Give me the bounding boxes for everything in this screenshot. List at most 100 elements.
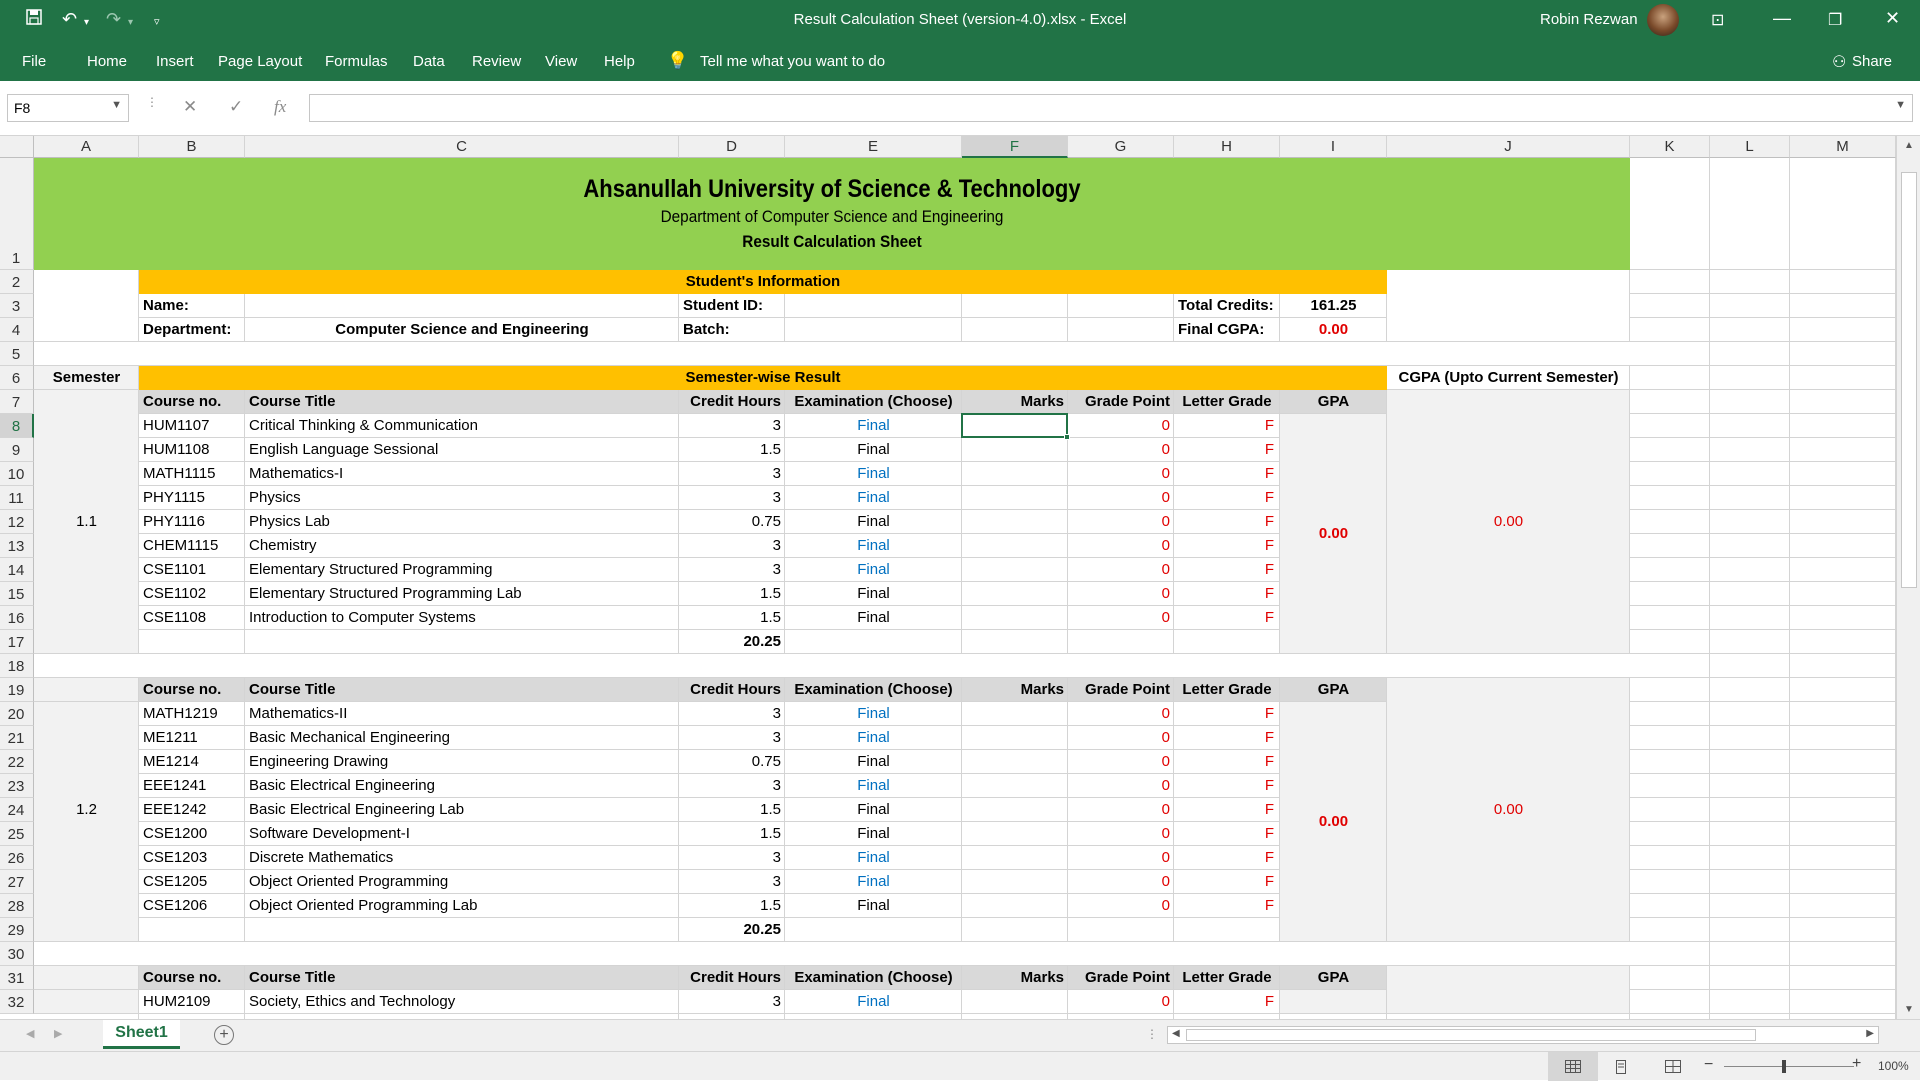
course-no[interactable]: EEE1242 (139, 798, 245, 822)
course-title[interactable]: Elementary Structured Programming Lab (245, 582, 679, 606)
column-header-j[interactable]: J (1387, 136, 1630, 158)
avatar[interactable] (1647, 4, 1679, 36)
marks-input[interactable] (962, 462, 1068, 486)
row-header-5[interactable]: 5 (0, 342, 34, 366)
marks-input[interactable] (962, 510, 1068, 534)
share-person-icon[interactable]: ⚇ (1832, 52, 1846, 72)
examination-select[interactable]: Final (785, 774, 962, 798)
course-title[interactable]: Basic Electrical Engineering (245, 774, 679, 798)
column-header-m[interactable]: M (1790, 136, 1896, 158)
row-header-14[interactable]: 14 (0, 558, 34, 582)
column-header-l[interactable]: L (1710, 136, 1790, 158)
marks-input[interactable] (962, 606, 1068, 630)
course-no[interactable]: CHEM1115 (139, 534, 245, 558)
course-title[interactable]: Introduction to Computer Systems (245, 606, 679, 630)
row-header-10[interactable]: 10 (0, 462, 34, 486)
column-header-f[interactable]: F (962, 136, 1068, 158)
column-header-i[interactable]: I (1280, 136, 1387, 158)
credit-hours[interactable]: 1.5 (679, 438, 785, 462)
sheet-tab-sheet1[interactable]: Sheet1 (103, 1020, 180, 1049)
new-sheet-icon[interactable]: + (214, 1025, 234, 1045)
tab-review[interactable]: Review (472, 53, 521, 70)
column-header-e[interactable]: E (785, 136, 962, 158)
course-no[interactable]: CSE1200 (139, 822, 245, 846)
row-header-26[interactable]: 26 (0, 846, 34, 870)
minimize-icon[interactable]: — (1773, 8, 1791, 29)
cancel-icon[interactable]: ✕ (183, 97, 197, 117)
horizontal-scroll-thumb[interactable] (1186, 1029, 1756, 1041)
course-title[interactable]: Object Oriented Programming Lab (245, 894, 679, 918)
fill-handle[interactable] (1064, 434, 1070, 440)
examination-select[interactable]: Final (785, 414, 962, 438)
examination-select[interactable]: Final (785, 510, 962, 534)
batch-value[interactable] (785, 318, 1174, 342)
scroll-right-icon[interactable]: ▶ (1866, 1028, 1874, 1039)
credit-hours[interactable]: 1.5 (679, 894, 785, 918)
row-header-4[interactable]: 4 (0, 318, 34, 342)
credit-hours[interactable]: 1.5 (679, 582, 785, 606)
row-header-8[interactable]: 8 (0, 414, 34, 438)
tab-file[interactable]: File (22, 53, 46, 70)
share-button[interactable]: Share (1852, 53, 1892, 70)
next-sheet-icon[interactable]: ▶ (54, 1027, 62, 1040)
course-title[interactable]: Physics Lab (245, 510, 679, 534)
close-icon[interactable]: ✕ (1885, 8, 1900, 29)
tell-me-search[interactable]: Tell me what you want to do (700, 53, 885, 70)
course-title[interactable]: Physics (245, 486, 679, 510)
restore-icon[interactable]: ❐ (1828, 10, 1842, 30)
row-header-29[interactable]: 29 (0, 918, 34, 942)
credit-hours[interactable]: 1.5 (679, 822, 785, 846)
column-header-b[interactable]: B (139, 136, 245, 158)
marks-input[interactable] (962, 750, 1068, 774)
course-title[interactable]: Mathematics-I (245, 462, 679, 486)
examination-select[interactable]: Final (785, 870, 962, 894)
student-id-value[interactable] (785, 294, 1174, 318)
row-header-11[interactable]: 11 (0, 486, 34, 510)
department-value[interactable]: Computer Science and Engineering (245, 318, 679, 342)
examination-select[interactable]: Final (785, 750, 962, 774)
marks-input[interactable] (962, 990, 1068, 1014)
ribbon-display-options-icon[interactable]: ⊡ (1711, 10, 1724, 30)
row-header-17[interactable]: 17 (0, 630, 34, 654)
row-header-20[interactable]: 20 (0, 702, 34, 726)
course-no[interactable]: CSE1102 (139, 582, 245, 606)
row-header-2[interactable]: 2 (0, 270, 34, 294)
examination-select[interactable]: Final (785, 894, 962, 918)
credit-hours[interactable]: 3 (679, 726, 785, 750)
examination-select[interactable]: Final (785, 462, 962, 486)
row-header-23[interactable]: 23 (0, 774, 34, 798)
name-box[interactable]: F8 ▼ (7, 94, 129, 122)
marks-input[interactable] (962, 582, 1068, 606)
zoom-slider-handle[interactable] (1782, 1060, 1786, 1073)
marks-input[interactable] (962, 798, 1068, 822)
page-layout-view-icon[interactable] (1614, 1060, 1628, 1074)
marks-input[interactable] (962, 486, 1068, 510)
course-no[interactable]: ME1214 (139, 750, 245, 774)
user-name[interactable]: Robin Rezwan (1540, 11, 1638, 28)
marks-input[interactable] (962, 822, 1068, 846)
tab-view[interactable]: View (545, 53, 577, 70)
course-no[interactable]: HUM1108 (139, 438, 245, 462)
tab-home[interactable]: Home (87, 53, 127, 70)
horizontal-scrollbar[interactable]: ◀ ▶ (1167, 1026, 1879, 1044)
course-title[interactable]: Discrete Mathematics (245, 846, 679, 870)
course-title[interactable]: Basic Mechanical Engineering (245, 726, 679, 750)
course-no[interactable]: HUM2109 (139, 990, 245, 1014)
examination-select[interactable]: Final (785, 558, 962, 582)
credit-hours[interactable]: 0.75 (679, 750, 785, 774)
normal-view-button[interactable] (1548, 1052, 1598, 1081)
tab-page-layout[interactable]: Page Layout (218, 53, 302, 70)
scroll-up-icon[interactable]: ▲ (1897, 140, 1920, 151)
row-header-30[interactable]: 30 (0, 942, 34, 966)
row-header-27[interactable]: 27 (0, 870, 34, 894)
prev-sheet-icon[interactable]: ◀ (26, 1027, 34, 1040)
column-header-c[interactable]: C (245, 136, 679, 158)
row-header-24[interactable]: 24 (0, 798, 34, 822)
marks-input[interactable] (962, 534, 1068, 558)
select-all-corner[interactable] (0, 136, 34, 158)
credit-hours[interactable]: 3 (679, 486, 785, 510)
marks-input[interactable] (962, 558, 1068, 582)
row-header-28[interactable]: 28 (0, 894, 34, 918)
credit-hours[interactable]: 3 (679, 870, 785, 894)
column-header-d[interactable]: D (679, 136, 785, 158)
